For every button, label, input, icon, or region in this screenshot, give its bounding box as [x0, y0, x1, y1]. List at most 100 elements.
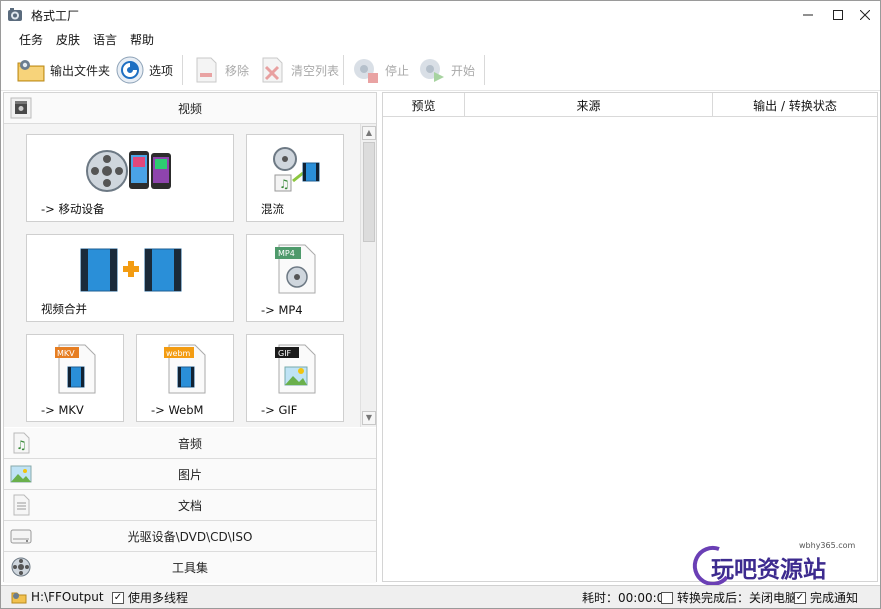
- clear-list-button[interactable]: 清空列表: [257, 53, 339, 87]
- tiles-scrollbar[interactable]: ▲ ▼: [360, 124, 376, 427]
- category-tools-label: 工具集: [171, 561, 208, 575]
- scroll-up-button[interactable]: ▲: [362, 126, 376, 140]
- tile-label: 视频合并: [41, 302, 87, 316]
- toolbar-separator: [484, 55, 485, 85]
- mp4-badge: MP4: [278, 249, 295, 258]
- options-label: 选项: [149, 63, 174, 78]
- start-label: 开始: [451, 63, 476, 78]
- category-tools[interactable]: 工具集: [4, 552, 376, 583]
- title-bar: 格式工厂: [1, 1, 880, 29]
- tile-label: -> MKV: [41, 403, 84, 417]
- notify-label: 完成通知: [810, 591, 859, 605]
- start-button[interactable]: 开始: [417, 53, 475, 87]
- minimize-button[interactable]: [793, 1, 823, 29]
- category-audio[interactable]: ♫ 音频: [4, 428, 376, 459]
- site-watermark: wbhy365.com 玩吧资源站: [691, 539, 856, 587]
- minimize-icon: [803, 14, 813, 16]
- picture-category-icon: [10, 465, 32, 483]
- video-category-icon: [10, 97, 32, 119]
- elapsed-time: 耗时：00:00:00: [582, 589, 672, 606]
- scrollbar-thumb[interactable]: [363, 142, 375, 242]
- stop-button[interactable]: 停止: [351, 53, 409, 87]
- shutdown-checkbox[interactable]: [661, 591, 673, 604]
- column-output-status[interactable]: 输出 / 转换状态: [713, 93, 877, 117]
- menu-help[interactable]: 帮助: [130, 31, 154, 48]
- menu-task[interactable]: 任务: [19, 31, 43, 48]
- category-panel: 视频 -> 移动设备 ♫ 混流 视频合并 MP4 -> MP4 MKV -> M…: [3, 92, 377, 583]
- tile-mp4[interactable]: MP4 -> MP4: [246, 234, 344, 322]
- tile-label: -> WebM: [151, 403, 204, 417]
- stop-icon: [354, 59, 378, 83]
- clear-list-label: 清空列表: [291, 63, 340, 78]
- multithread-checkbox[interactable]: ✓: [112, 591, 124, 604]
- options-button[interactable]: 选项: [115, 53, 173, 87]
- watermark-name: 玩吧资源站: [711, 557, 826, 583]
- task-table-header: 预览 来源 输出 / 转换状态: [383, 93, 877, 117]
- watermark-site: wbhy365.com: [799, 541, 856, 550]
- output-path[interactable]: H:\FFOutput: [11, 589, 104, 605]
- output-folder-label: 输出文件夹: [50, 63, 111, 78]
- scroll-down-button[interactable]: ▼: [362, 411, 376, 425]
- tile-mkv[interactable]: MKV -> MKV: [26, 334, 124, 422]
- elapsed-time-text: 耗时：00:00:00: [582, 591, 672, 605]
- toolbar-separator: [343, 55, 344, 85]
- remove-button[interactable]: 移除: [191, 53, 249, 87]
- tile-webm[interactable]: webm -> WebM: [136, 334, 234, 422]
- column-source[interactable]: 来源: [465, 93, 713, 117]
- shutdown-option[interactable]: 转换完成后：关闭电脑: [661, 589, 797, 606]
- mkv-badge: MKV: [57, 349, 75, 358]
- category-video[interactable]: 视频: [4, 93, 376, 124]
- category-document[interactable]: 文档: [4, 490, 376, 521]
- multithread-option[interactable]: ✓ 使用多线程: [112, 589, 188, 606]
- svg-text:♫: ♫: [279, 177, 290, 191]
- maximize-icon: [833, 10, 843, 20]
- status-bar: H:\FFOutput ✓ 使用多线程 耗时：00:00:00 转换完成后：关闭…: [1, 585, 880, 608]
- disc-drive-icon: [10, 529, 32, 544]
- tile-label: 混流: [261, 202, 284, 216]
- mobile-device-icon: [86, 150, 171, 192]
- category-rom-device[interactable]: 光驱设备\DVD\CD\ISO: [4, 521, 376, 552]
- app-logo-icon: [8, 8, 22, 21]
- video-tiles-grid: -> 移动设备 ♫ 混流 视频合并 MP4 -> MP4 MKV -> MKV …: [4, 124, 364, 427]
- column-preview[interactable]: 预览: [383, 93, 465, 117]
- tile-label: -> 移动设备: [41, 202, 105, 216]
- tools-category-icon: [11, 557, 31, 577]
- tile-video-join[interactable]: 视频合并: [26, 234, 234, 322]
- output-folder-button[interactable]: 输出文件夹: [16, 53, 110, 87]
- category-rom-label: 光驱设备\DVD\CD\ISO: [127, 529, 253, 544]
- notify-checkbox[interactable]: ✓: [794, 591, 806, 604]
- start-icon: [420, 59, 444, 82]
- remove-icon: [196, 57, 217, 83]
- video-join-icon: [80, 248, 182, 292]
- shutdown-label: 转换完成后：关闭电脑: [677, 591, 798, 605]
- gif-badge: GIF: [278, 349, 292, 358]
- folder-icon: [11, 592, 27, 604]
- webm-file-icon: webm: [164, 344, 206, 394]
- app-window: 格式工厂 任务 皮肤 语言 帮助 输出文件夹 选项 移除 清空列表 停止 开始 …: [0, 0, 881, 609]
- webm-badge: webm: [166, 349, 191, 358]
- category-picture-label: 图片: [177, 467, 202, 482]
- menu-skin[interactable]: 皮肤: [56, 31, 80, 48]
- clear-list-icon: [262, 57, 283, 83]
- toolbar: 输出文件夹 选项 移除 清空列表 停止 开始: [1, 49, 880, 91]
- menu-language[interactable]: 语言: [93, 31, 117, 48]
- menu-bar: 任务 皮肤 语言 帮助: [1, 29, 880, 49]
- tile-mux[interactable]: ♫ 混流: [246, 134, 344, 222]
- watermark-logo-icon: wbhy365.com 玩吧资源站: [692, 541, 856, 586]
- output-path-text: H:\FFOutput: [31, 590, 104, 604]
- window-title: 格式工厂: [31, 9, 80, 23]
- close-button[interactable]: [850, 1, 880, 29]
- maximize-button[interactable]: [823, 1, 853, 29]
- tile-label: -> GIF: [261, 403, 298, 417]
- close-icon: [860, 10, 870, 20]
- audio-category-icon: ♫: [13, 432, 30, 454]
- toolbar-separator: [182, 55, 183, 85]
- notify-option[interactable]: ✓ 完成通知: [794, 589, 858, 606]
- category-picture[interactable]: 图片: [4, 459, 376, 490]
- mp4-file-icon: MP4: [275, 244, 316, 294]
- tile-gif[interactable]: GIF -> GIF: [246, 334, 344, 422]
- document-category-icon: [13, 494, 30, 516]
- tile-mobile-device[interactable]: -> 移动设备: [26, 134, 234, 222]
- remove-label: 移除: [225, 63, 250, 78]
- tile-label: -> MP4: [261, 303, 303, 317]
